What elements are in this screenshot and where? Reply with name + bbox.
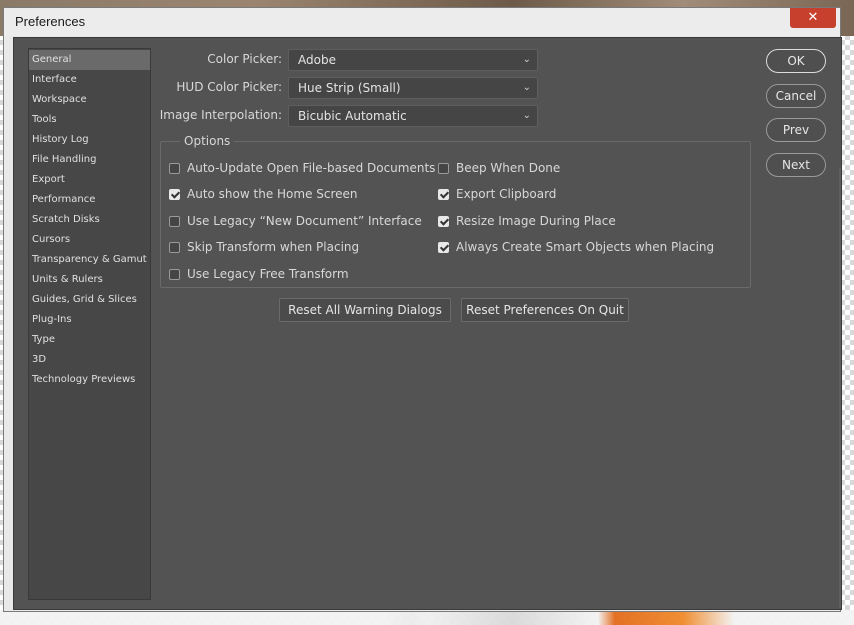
close-icon: ✕ xyxy=(807,10,819,25)
color-picker-select[interactable]: Adobe ⌄ xyxy=(288,49,538,71)
hud-color-picker-select[interactable]: Hue Strip (Small) ⌄ xyxy=(288,77,538,99)
reset-warning-dialogs-button[interactable]: Reset All Warning Dialogs xyxy=(279,298,451,322)
sidebar-item-type[interactable]: Type xyxy=(29,330,150,350)
sidebar-item-guides-grid-slices[interactable]: Guides, Grid & Slices xyxy=(29,290,150,310)
option-label: Export Clipboard xyxy=(456,187,557,201)
image-interpolation-select[interactable]: Bicubic Automatic ⌄ xyxy=(288,105,538,127)
background-image-bottom xyxy=(0,610,854,625)
sidebar-item-technology-previews[interactable]: Technology Previews xyxy=(29,370,150,390)
option-skip-transform-when-placing[interactable]: Skip Transform when Placing xyxy=(169,240,359,254)
option-export-clipboard[interactable]: Export Clipboard xyxy=(438,187,556,201)
category-list: General Interface Workspace Tools History Lo… xyxy=(28,48,151,600)
sidebar-item-file-handling[interactable]: File Handling xyxy=(29,150,150,170)
sidebar-item-history-log[interactable]: History Log xyxy=(29,130,150,150)
option-label: Beep When Done xyxy=(456,161,561,175)
option-label: Auto-Update Open File-based Documents xyxy=(187,161,436,175)
checkbox-unchecked[interactable] xyxy=(169,162,180,174)
color-picker-label: Color Picker: xyxy=(207,52,282,66)
sidebar-item-3d[interactable]: 3D xyxy=(29,350,150,370)
option-use-legacy-free-transform[interactable]: Use Legacy Free Transform xyxy=(169,267,349,281)
sidebar-item-tools[interactable]: Tools xyxy=(29,110,150,130)
chevron-down-icon: ⌄ xyxy=(522,82,531,93)
close-button[interactable]: ✕ xyxy=(790,8,836,28)
color-picker-value: Adobe xyxy=(298,53,336,67)
next-button[interactable]: Next xyxy=(766,153,826,177)
checkbox-unchecked[interactable] xyxy=(169,241,180,253)
chevron-down-icon: ⌄ xyxy=(522,54,531,65)
option-label: Resize Image During Place xyxy=(456,214,616,228)
title-bar: Preferences ✕ xyxy=(4,8,840,36)
sidebar-item-workspace[interactable]: Workspace xyxy=(29,90,150,110)
ok-button[interactable]: OK xyxy=(766,49,826,73)
window-title: Preferences xyxy=(15,14,86,29)
sidebar-item-scratch-disks[interactable]: Scratch Disks xyxy=(29,210,150,230)
sidebar-item-export[interactable]: Export xyxy=(29,170,150,190)
checkbox-unchecked[interactable] xyxy=(169,268,180,280)
hud-color-picker-label: HUD Color Picker: xyxy=(176,80,282,94)
option-always-create-smart-objects-when-placing[interactable]: Always Create Smart Objects when Placing xyxy=(438,240,714,254)
prev-button[interactable]: Prev xyxy=(766,118,826,142)
hud-color-picker-value: Hue Strip (Small) xyxy=(298,81,401,95)
scrollbar[interactable] xyxy=(839,168,841,608)
checkbox-checked[interactable] xyxy=(169,188,180,200)
option-beep-when-done[interactable]: Beep When Done xyxy=(438,161,560,175)
sidebar-item-interface[interactable]: Interface xyxy=(29,70,150,90)
checkbox-unchecked[interactable] xyxy=(169,215,180,227)
preferences-dialog: Preferences ✕ General Interface Workspace T… xyxy=(3,7,842,612)
option-resize-image-during-place[interactable]: Resize Image During Place xyxy=(438,214,616,228)
chevron-down-icon: ⌄ xyxy=(522,110,531,121)
checkbox-checked[interactable] xyxy=(438,241,449,253)
image-interpolation-label: Image Interpolation: xyxy=(159,108,282,122)
sidebar-item-transparency-gamut[interactable]: Transparency & Gamut xyxy=(29,250,150,270)
checkbox-checked[interactable] xyxy=(438,215,449,227)
option-label: Auto show the Home Screen xyxy=(187,187,358,201)
sidebar-item-general[interactable]: General xyxy=(29,50,150,70)
option-label: Use Legacy “New Document” Interface xyxy=(187,214,422,228)
sidebar-item-units-rulers[interactable]: Units & Rulers xyxy=(29,270,150,290)
sidebar-item-cursors[interactable]: Cursors xyxy=(29,230,150,250)
sidebar-item-performance[interactable]: Performance xyxy=(29,190,150,210)
options-group-title: Options xyxy=(180,134,235,148)
reset-preferences-button[interactable]: Reset Preferences On Quit xyxy=(461,298,629,322)
dialog-content: General Interface Workspace Tools History Lo… xyxy=(13,37,842,610)
option-auto-show-the-home-screen[interactable]: Auto show the Home Screen xyxy=(169,187,358,201)
checkbox-checked[interactable] xyxy=(438,188,449,200)
option-use-legacy-new-document-interface[interactable]: Use Legacy “New Document” Interface xyxy=(169,214,422,228)
option-label: Use Legacy Free Transform xyxy=(187,267,349,281)
option-label: Always Create Smart Objects when Placing xyxy=(456,240,715,254)
option-auto-update-open-file-based-documents[interactable]: Auto-Update Open File-based Documents xyxy=(169,161,435,175)
cancel-button[interactable]: Cancel xyxy=(766,84,826,108)
image-interpolation-value: Bicubic Automatic xyxy=(298,109,407,123)
sidebar-item-plug-ins[interactable]: Plug-Ins xyxy=(29,310,150,330)
checkbox-unchecked[interactable] xyxy=(438,162,449,174)
option-label: Skip Transform when Placing xyxy=(187,240,360,254)
